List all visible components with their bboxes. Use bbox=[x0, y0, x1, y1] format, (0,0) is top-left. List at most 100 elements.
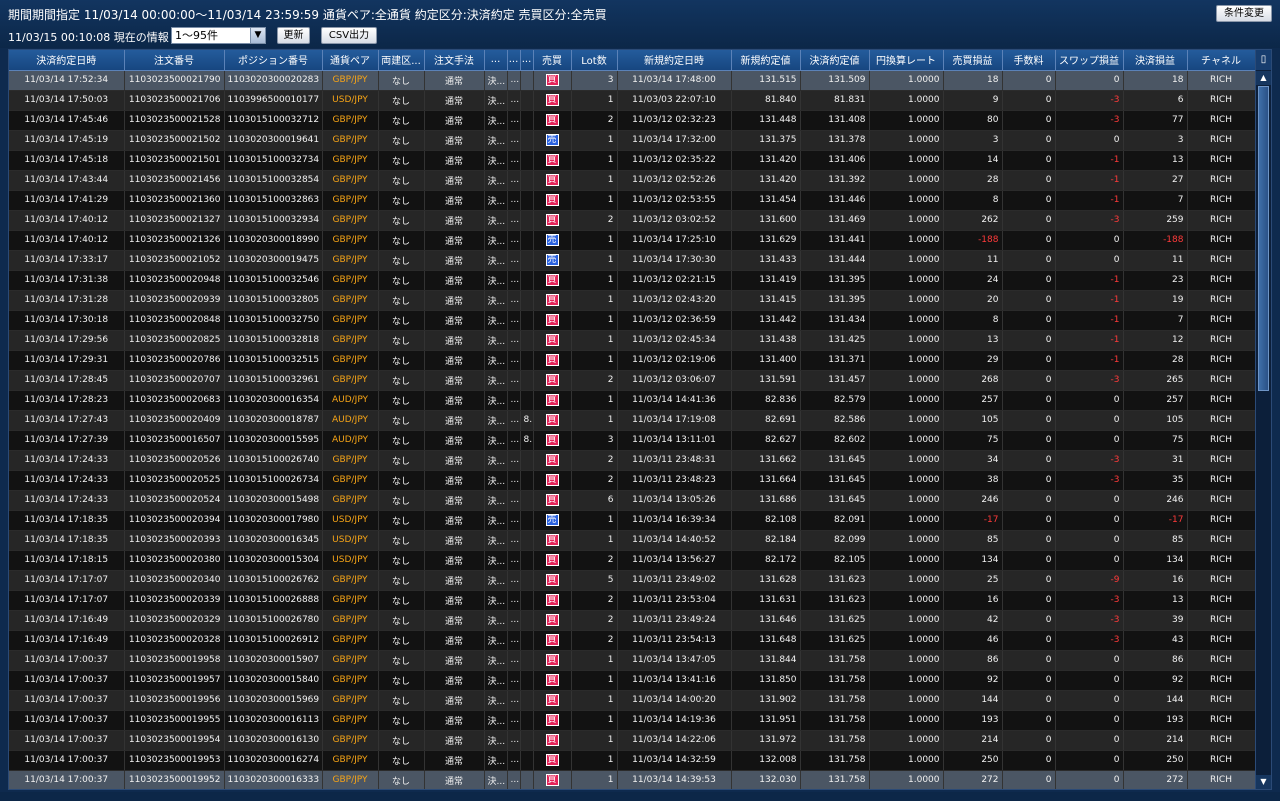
vertical-scrollbar[interactable]: ▯ ▲ ▼ bbox=[1255, 50, 1271, 789]
table-row[interactable]: 11/03/14 17:17:07 1103023500020339 1103015… bbox=[9, 590, 1256, 611]
table-cell: 7 bbox=[1123, 190, 1188, 211]
column-header[interactable]: ... bbox=[507, 50, 521, 71]
table-row[interactable]: 11/03/14 17:33:17 1103023500021052 1103020… bbox=[9, 250, 1256, 271]
change-conditions-button[interactable]: 条件変更 bbox=[1216, 5, 1272, 22]
table-row[interactable]: 11/03/14 17:41:29 1103023500021360 1103015… bbox=[9, 190, 1256, 211]
record-range-select[interactable]: 1～95件 ▼ bbox=[171, 27, 266, 44]
column-header[interactable]: 売買損益 bbox=[943, 50, 1003, 71]
table-row[interactable]: 11/03/14 17:45:46 1103023500021528 1103015… bbox=[9, 110, 1256, 131]
column-header[interactable]: 新規約定日時 bbox=[617, 50, 732, 71]
table-cell: なし bbox=[378, 350, 425, 371]
table-row[interactable]: 11/03/14 17:29:56 1103023500020825 1103015… bbox=[9, 330, 1256, 351]
table-row[interactable]: 11/03/14 17:31:28 1103023500020939 1103015… bbox=[9, 290, 1256, 311]
table-cell: RICH bbox=[1187, 130, 1256, 151]
table-row[interactable]: 11/03/14 17:18:35 1103023500020393 1103020… bbox=[9, 530, 1256, 551]
table-cell: 決... bbox=[484, 110, 508, 131]
table-row[interactable]: 11/03/14 17:29:31 1103023500020786 1103015… bbox=[9, 350, 1256, 371]
table-cell: 0 bbox=[1002, 410, 1056, 431]
scroll-up-icon[interactable]: ▲ bbox=[1256, 71, 1271, 85]
table-row[interactable]: 11/03/14 17:40:12 1103023500021327 1103015… bbox=[9, 210, 1256, 231]
table-row[interactable]: 11/03/14 17:24:33 1103023500020526 1103015… bbox=[9, 450, 1256, 471]
column-header[interactable]: 手数料 bbox=[1002, 50, 1056, 71]
column-header[interactable]: 注文番号 bbox=[124, 50, 225, 71]
table-cell: 1103023500020786 bbox=[124, 350, 225, 371]
scroll-thumb[interactable] bbox=[1258, 86, 1269, 391]
table-cell: 1.0000 bbox=[869, 310, 944, 331]
column-header[interactable]: 決済損益 bbox=[1123, 50, 1188, 71]
table-row[interactable]: 11/03/14 17:52:34 1103023500021790 1103020… bbox=[9, 70, 1256, 91]
column-header[interactable]: 決済約定日時 bbox=[9, 50, 125, 71]
column-header[interactable]: 売買 bbox=[533, 50, 572, 71]
scroll-down-icon[interactable]: ▼ bbox=[1256, 775, 1271, 789]
table-row[interactable]: 11/03/14 17:40:12 1103023500021326 1103020… bbox=[9, 230, 1256, 251]
table-cell: 11 bbox=[943, 250, 1003, 271]
column-header[interactable]: 注文手法 bbox=[424, 50, 485, 71]
table-row[interactable]: 11/03/14 17:27:43 1103023500020409 1103020… bbox=[9, 410, 1256, 431]
column-header[interactable]: 決済約定値 bbox=[800, 50, 870, 71]
table-row[interactable]: 11/03/14 17:00:37 1103023500019958 1103020… bbox=[9, 650, 1256, 671]
table-cell: 1103015100026912 bbox=[224, 630, 323, 651]
table-cell: 11/03/14 14:00:20 bbox=[617, 690, 732, 711]
table-row[interactable]: 11/03/14 17:43:44 1103023500021456 1103015… bbox=[9, 170, 1256, 191]
table-row[interactable]: 11/03/14 17:00:37 1103023500019956 1103020… bbox=[9, 690, 1256, 711]
table-cell: 1103020300016345 bbox=[224, 530, 323, 551]
csv-export-button[interactable]: CSV出力 bbox=[321, 27, 377, 44]
table-cell: 1103020300019641 bbox=[224, 130, 323, 151]
column-header[interactable]: 両建区... bbox=[378, 50, 425, 71]
table-cell: 1103996500010177 bbox=[224, 90, 323, 111]
table-row[interactable]: 11/03/14 17:45:18 1103023500021501 1103015… bbox=[9, 150, 1256, 171]
table-cell: ... bbox=[507, 530, 521, 551]
table-cell: 214 bbox=[1123, 730, 1188, 751]
table-cell: 250 bbox=[1123, 750, 1188, 771]
table-row[interactable]: 11/03/14 17:31:38 1103023500020948 1103015… bbox=[9, 270, 1256, 291]
column-header[interactable]: チャネル bbox=[1187, 50, 1256, 71]
table-cell bbox=[520, 590, 534, 611]
column-header[interactable]: ... bbox=[520, 50, 534, 71]
table-row[interactable]: 11/03/14 17:18:35 1103023500020394 1103020… bbox=[9, 510, 1256, 531]
table-row[interactable]: 11/03/14 17:18:15 1103023500020380 1103020… bbox=[9, 550, 1256, 571]
table-cell: 1.0000 bbox=[869, 750, 944, 771]
table-row[interactable]: 11/03/14 17:24:33 1103023500020524 1103020… bbox=[9, 490, 1256, 511]
table-row[interactable]: 11/03/14 17:30:18 1103023500020848 1103015… bbox=[9, 310, 1256, 331]
column-header[interactable]: スワップ損益 bbox=[1055, 50, 1124, 71]
chevron-down-icon[interactable]: ▼ bbox=[250, 28, 265, 43]
column-header[interactable]: ポジション番号 bbox=[224, 50, 323, 71]
table-cell bbox=[520, 190, 534, 211]
table-cell: 131.951 bbox=[731, 710, 801, 731]
table-cell: 0 bbox=[1002, 350, 1056, 371]
table-cell: RICH bbox=[1187, 190, 1256, 211]
table-cell: 1103023500021502 bbox=[124, 130, 225, 151]
table-row[interactable]: 11/03/14 17:16:49 1103023500020328 1103015… bbox=[9, 630, 1256, 651]
table-cell: RICH bbox=[1187, 750, 1256, 771]
table-cell: 82.691 bbox=[731, 410, 801, 431]
table-cell: 77 bbox=[1123, 110, 1188, 131]
table-row[interactable]: 11/03/14 17:24:33 1103023500020525 1103015… bbox=[9, 470, 1256, 491]
table-cell: 131.441 bbox=[800, 230, 870, 251]
table-cell: ... bbox=[507, 370, 521, 391]
table-cell: RICH bbox=[1187, 330, 1256, 351]
table-cell: 82.184 bbox=[731, 530, 801, 551]
table-row[interactable]: 11/03/14 17:45:19 1103023500021502 1103020… bbox=[9, 130, 1256, 151]
table-cell: 131.438 bbox=[731, 330, 801, 351]
table-cell: 11/03/14 17:24:33 bbox=[9, 470, 125, 491]
table-row[interactable]: 11/03/14 17:16:49 1103023500020329 1103015… bbox=[9, 610, 1256, 631]
table-cell: 通常 bbox=[424, 70, 485, 91]
column-header[interactable]: Lot数 bbox=[571, 50, 618, 71]
table-row[interactable]: 11/03/14 17:27:39 1103023500016507 1103020… bbox=[9, 430, 1256, 451]
table-row[interactable]: 11/03/14 17:28:45 1103023500020707 1103015… bbox=[9, 370, 1256, 391]
column-settings-icon[interactable]: ▯ bbox=[1256, 50, 1271, 70]
table-row[interactable]: 11/03/14 17:50:03 1103023500021706 1103996… bbox=[9, 90, 1256, 111]
column-header[interactable]: 通貨ペア bbox=[322, 50, 379, 71]
table-row[interactable]: 11/03/14 17:17:07 1103023500020340 1103015… bbox=[9, 570, 1256, 591]
table-row[interactable]: 11/03/14 17:00:37 1103023500019955 1103020… bbox=[9, 710, 1256, 731]
column-header[interactable]: 円換算レート bbox=[869, 50, 944, 71]
table-row[interactable]: 11/03/14 17:00:37 1103023500019952 1103020… bbox=[9, 770, 1256, 789]
column-header[interactable]: ... bbox=[484, 50, 508, 71]
table-row[interactable]: 11/03/14 17:00:37 1103023500019953 1103020… bbox=[9, 750, 1256, 771]
table-row[interactable]: 11/03/14 17:00:37 1103023500019957 1103020… bbox=[9, 670, 1256, 691]
table-row[interactable]: 11/03/14 17:28:23 1103023500020683 1103020… bbox=[9, 390, 1256, 411]
column-header[interactable]: 新規約定値 bbox=[731, 50, 801, 71]
table-cell: なし bbox=[378, 150, 425, 171]
update-button[interactable]: 更新 bbox=[277, 27, 310, 44]
table-row[interactable]: 11/03/14 17:00:37 1103023500019954 1103020… bbox=[9, 730, 1256, 751]
